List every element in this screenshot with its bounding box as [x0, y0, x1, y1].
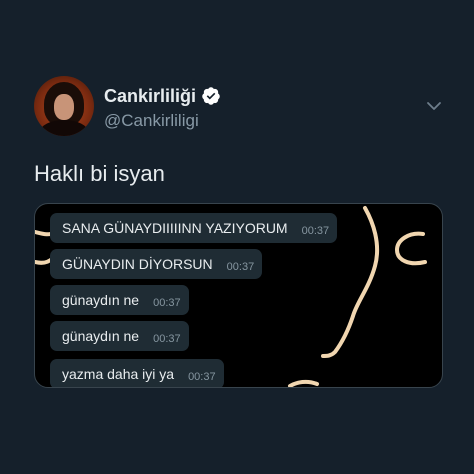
message-time: 00:37 — [301, 225, 330, 237]
message-time: 00:37 — [188, 371, 216, 383]
user-handle[interactable]: @Cankirliligi — [104, 111, 199, 131]
avatar-shoulders — [40, 120, 88, 136]
verified-badge-icon — [202, 87, 220, 105]
message-text: SANA GÜNAYDIIIIINN YAZIYORUM — [62, 220, 288, 236]
message-time: 00:37 — [226, 261, 255, 273]
tweet-media-image[interactable]: SANA GÜNAYDIIIIINN YAZIYORUM 00:37 GÜNAY… — [34, 203, 443, 388]
tweet-card: Cankirliliği @Cankirliligi Haklı bi isya… — [0, 0, 474, 474]
message-text: GÜNAYDIN DİYORSUN — [62, 256, 213, 272]
chat-message: günaydın ne 00:37 — [50, 321, 189, 351]
avatar[interactable] — [34, 76, 94, 136]
message-text: günaydın ne — [62, 328, 140, 344]
message-time: 00:37 — [153, 297, 181, 309]
display-name[interactable]: Cankirliliği — [104, 86, 196, 107]
chat-message: günaydın ne 00:37 — [50, 285, 189, 315]
chat-message: GÜNAYDIN DİYORSUN 00:37 — [50, 249, 263, 279]
chat-message: yazma daha iyi ya 00:37 — [50, 359, 224, 387]
avatar-face — [54, 94, 74, 120]
message-text: yazma daha iyi ya — [62, 366, 175, 382]
chat-message: SANA GÜNAYDIIIIINN YAZIYORUM 00:37 — [50, 213, 338, 243]
message-text: günaydın ne — [62, 292, 140, 308]
tweet-text: Haklı bi isyan — [34, 161, 165, 186]
message-time: 00:37 — [153, 333, 181, 345]
chevron-down-icon[interactable] — [425, 99, 443, 113]
